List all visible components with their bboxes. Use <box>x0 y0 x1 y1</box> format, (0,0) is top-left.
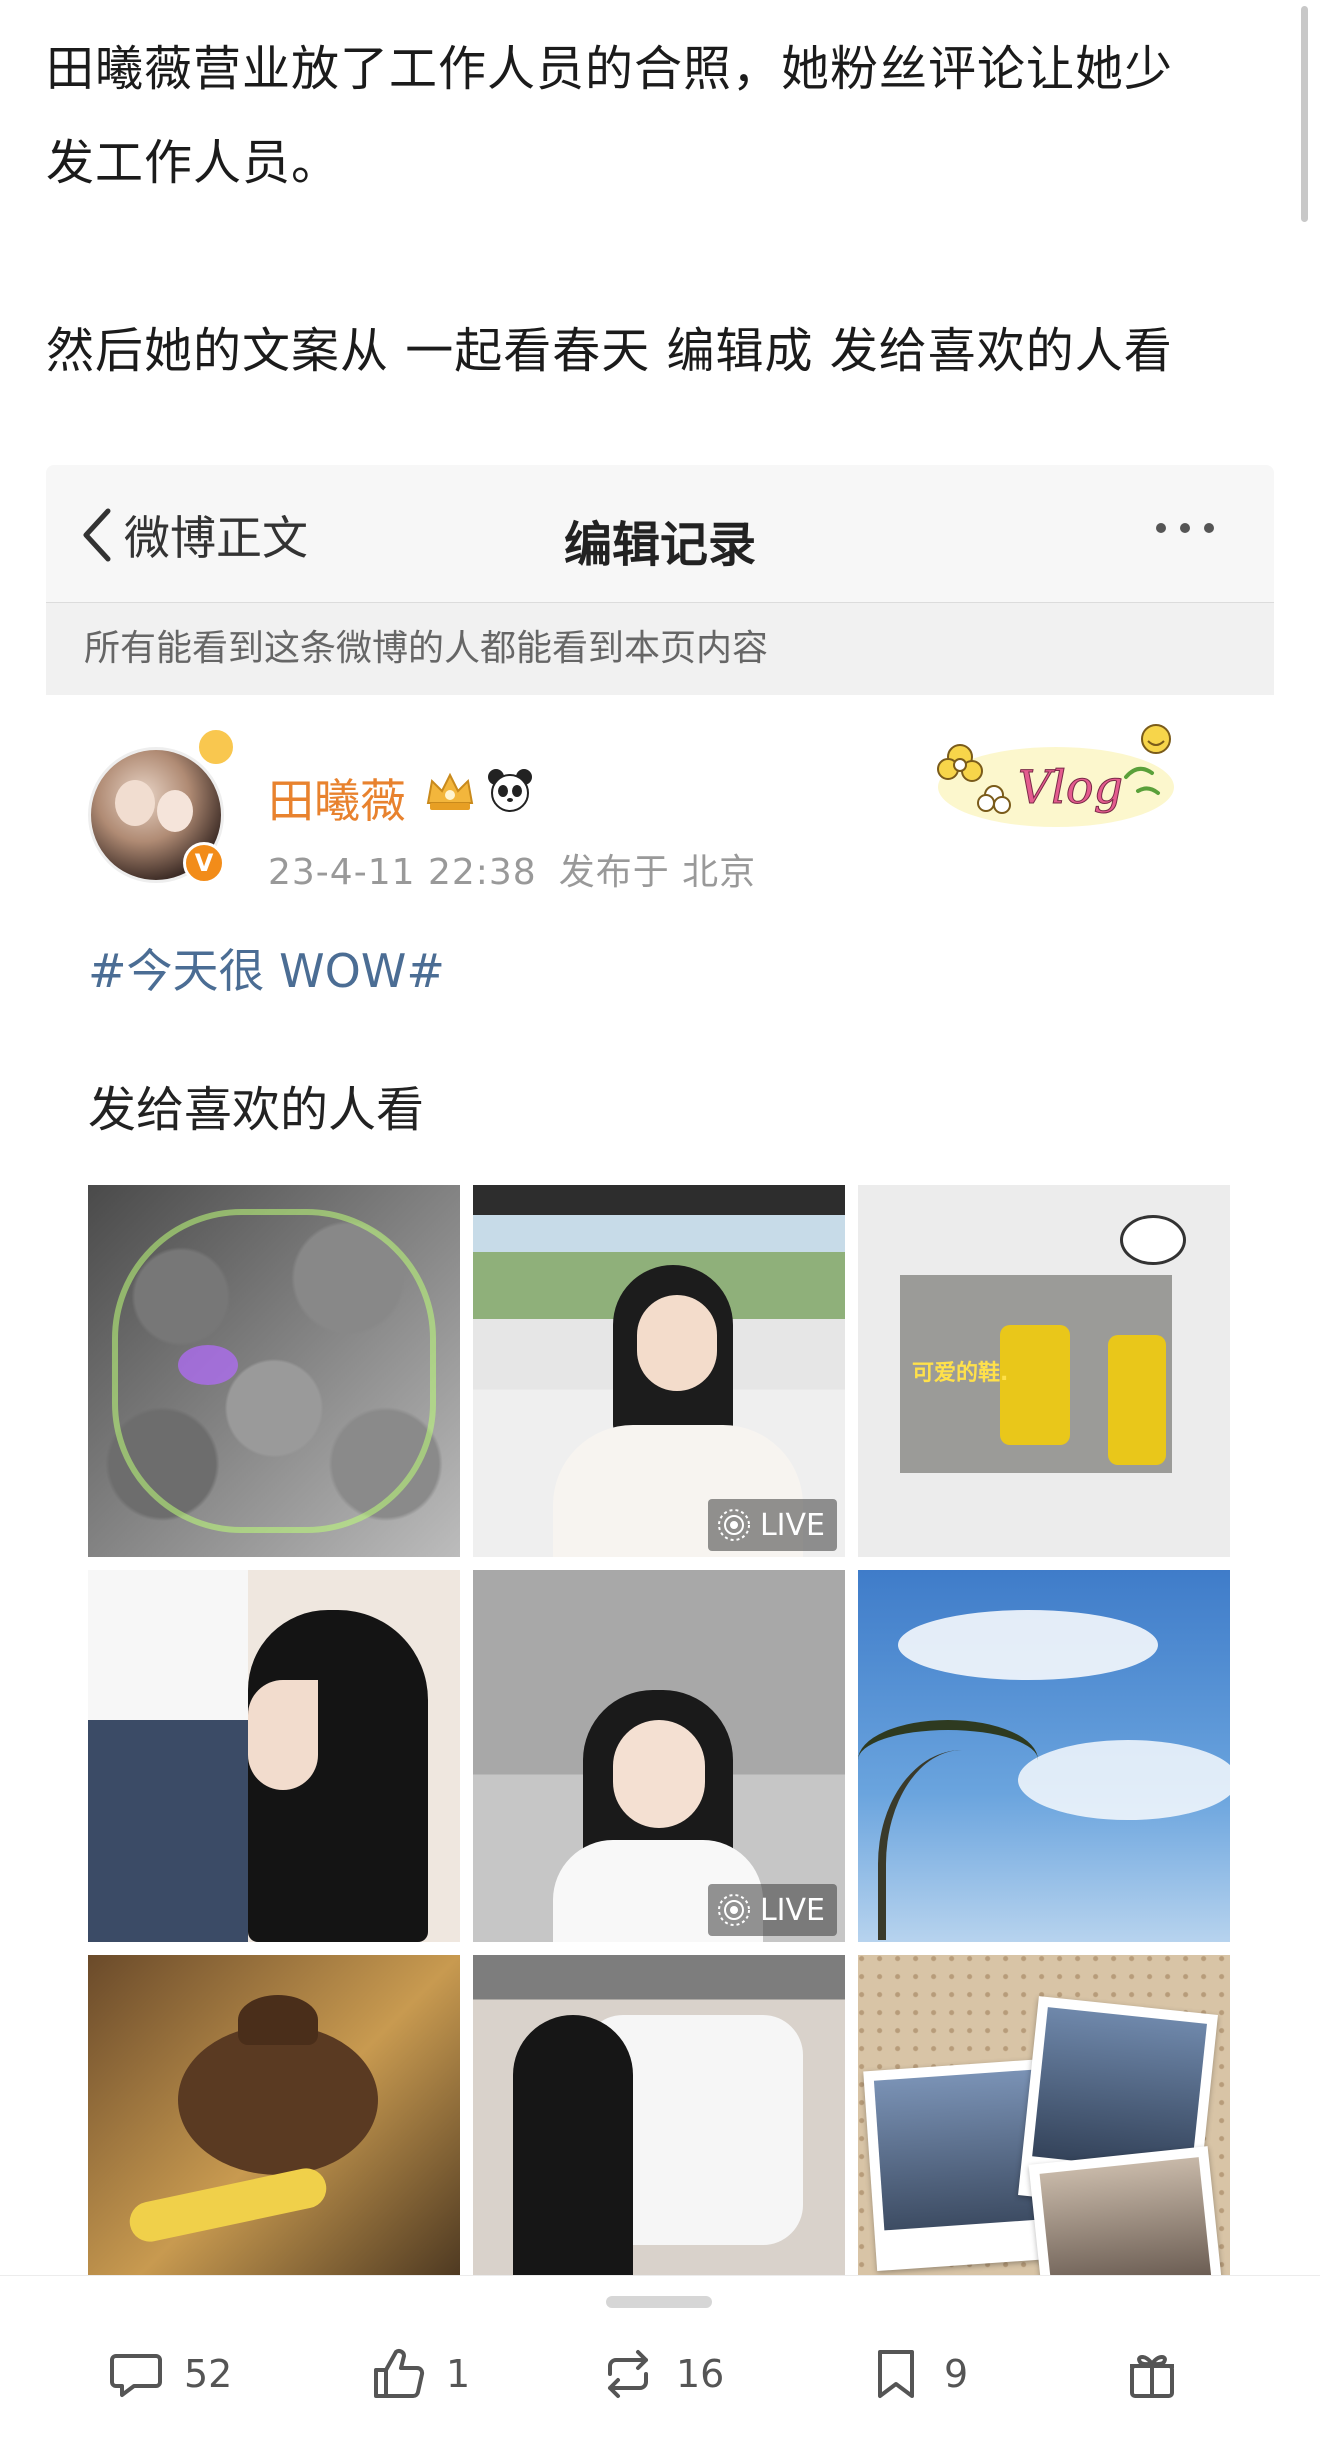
live-photo-badge: LIVE <box>707 1884 837 1936</box>
page-title: 编辑记录 <box>563 517 756 573</box>
photo-6[interactable] <box>858 1570 1230 1942</box>
drag-handle[interactable] <box>606 2296 712 2308</box>
photo-4[interactable] <box>88 1570 460 1942</box>
visibility-notice: 所有能看到这条微博的人都能看到本页内容 <box>46 603 1274 695</box>
action-bar: 52 1 16 9 <box>0 2275 1320 2455</box>
live-label: LIVE <box>759 1507 825 1543</box>
username[interactable]: 田曦薇 <box>268 765 406 831</box>
photo-1[interactable] <box>88 1185 460 1557</box>
avatar-pendant-icon <box>196 727 236 767</box>
comment-count: 52 <box>184 2352 233 2396</box>
topic-hashtag[interactable]: #今天很 WOW# <box>88 935 445 1001</box>
post-time: 23-4-11 22:38 <box>268 852 537 893</box>
intro-line-3: 然后她的文案从 一起看春天 编辑成 发给喜欢的人看 <box>46 323 1173 379</box>
live-icon <box>717 1509 750 1541</box>
photo-grid: LIVE 可爱的鞋. LIVE <box>88 1185 1234 2275</box>
repost-count: 16 <box>676 2352 725 2396</box>
panda-icon <box>488 769 532 812</box>
post-text: 发给喜欢的人看 <box>88 1082 425 1138</box>
scrollbar[interactable] <box>1301 6 1308 222</box>
photo-caption: 可爱的鞋. <box>912 1361 1009 1386</box>
crown-badge-icon[interactable] <box>422 769 478 813</box>
live-icon <box>717 1894 750 1926</box>
embedded-screenshot: 微博正文 编辑记录 所有能看到这条微博的人都能看到本页内容 V 田曦薇 23-4… <box>46 465 1274 2275</box>
post-location: 发布于 北京 <box>558 852 757 893</box>
like-count: 1 <box>446 2352 471 2396</box>
verified-badge-icon: V <box>183 842 225 884</box>
gift-button[interactable] <box>1122 2342 1182 2406</box>
avatar[interactable]: V <box>88 747 225 884</box>
bookmark-icon <box>878 2350 914 2398</box>
thumbs-up-icon <box>374 2349 425 2398</box>
nav-bar: 微博正文 编辑记录 <box>46 465 1274 603</box>
like-button[interactable]: 1 <box>368 2342 470 2406</box>
vlog-sticker-icon: Vlog <box>937 724 1174 827</box>
more-options-icon[interactable] <box>1156 523 1214 533</box>
photo-8[interactable] <box>473 1955 845 2275</box>
favorite-button[interactable]: 9 <box>866 2342 968 2406</box>
favorite-count: 9 <box>944 2352 969 2396</box>
repost-button[interactable]: 16 <box>598 2342 724 2406</box>
intro-line-2: 发工作人员。 <box>46 135 341 191</box>
article-text: 田曦薇营业放了工作人员的合照，她粉丝评论让她少 发工作人员。 然后她的文案从 一… <box>46 22 1266 398</box>
comment-icon <box>110 2354 162 2397</box>
vlog-sticker-text: Vlog <box>1018 760 1123 814</box>
intro-line-1: 田曦薇营业放了工作人员的合照，她粉丝评论让她少 <box>46 41 1174 97</box>
gift-icon <box>1130 2355 1174 2398</box>
photo-9[interactable] <box>858 1955 1230 2275</box>
post-meta: 23-4-11 22:38 发布于 北京 <box>268 843 756 895</box>
photo-7[interactable] <box>88 1955 460 2275</box>
photo-2[interactable]: LIVE <box>473 1185 845 1557</box>
bear-sticker-icon <box>1120 1215 1186 1265</box>
repost-icon <box>608 2350 648 2398</box>
live-photo-badge: LIVE <box>707 1499 837 1551</box>
photo-5[interactable]: LIVE <box>473 1570 845 1942</box>
live-label: LIVE <box>759 1892 825 1928</box>
comment-button[interactable]: 52 <box>106 2342 232 2406</box>
photo-3[interactable]: 可爱的鞋. <box>858 1185 1230 1557</box>
